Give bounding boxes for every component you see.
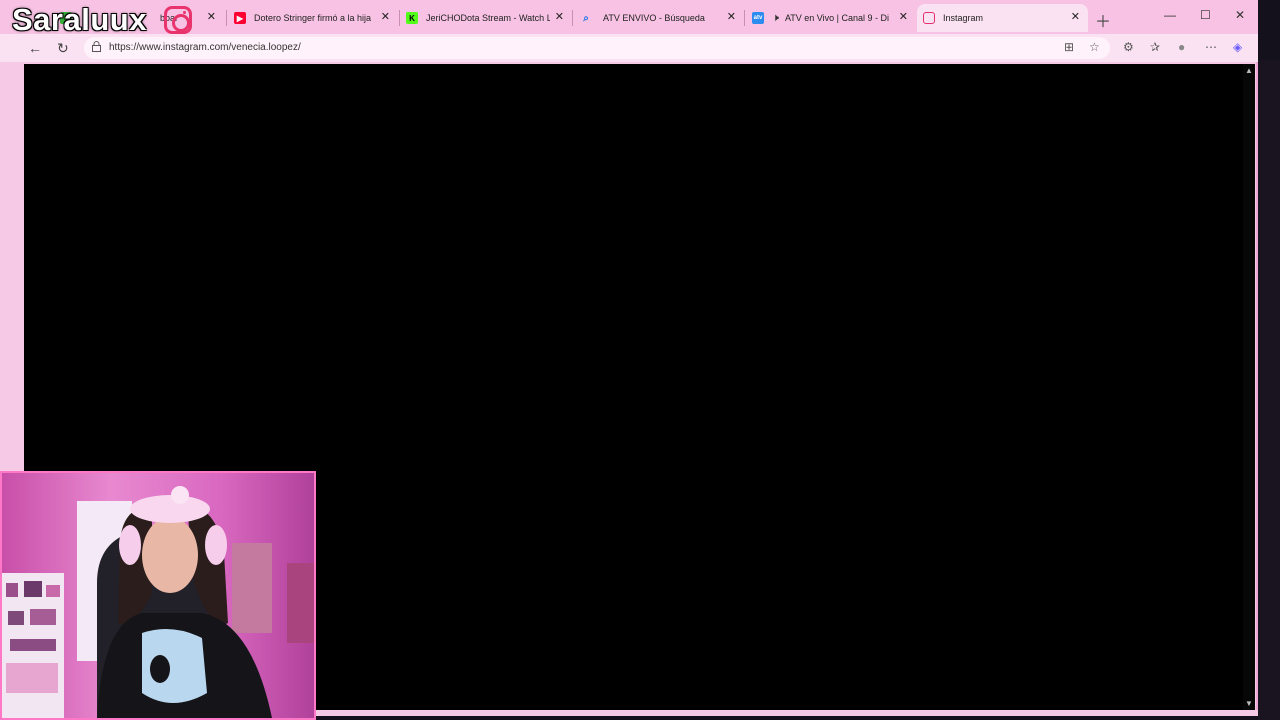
profile-avatar-icon[interactable]: ●: [1178, 40, 1185, 54]
headphone-right: [205, 525, 227, 565]
minimize-icon[interactable]: —: [1164, 8, 1176, 22]
shirt-print-eye: [150, 655, 170, 683]
headphone-left: [119, 525, 141, 565]
tab-close-icon[interactable]: ✕: [899, 10, 908, 23]
webcam-feed: [0, 471, 316, 720]
channel-watermark: Saraluux: [12, 2, 147, 37]
tab-label: Instagram: [943, 13, 984, 23]
more-menu-icon[interactable]: ⋯: [1205, 40, 1217, 54]
favorites-icon[interactable]: ✰: [1150, 40, 1160, 54]
tab-4[interactable]: ⌕ ATV ENVIVO - Búsqueda ✕: [574, 4, 744, 32]
tab-label: ATV ENVIVO - Búsqueda: [603, 13, 705, 23]
favorite-star-icon[interactable]: ☆: [1089, 40, 1100, 54]
webcam-scene: [2, 473, 314, 718]
tab-close-icon[interactable]: ✕: [381, 10, 390, 23]
atv-icon: atv: [752, 12, 764, 24]
scroll-up-icon[interactable]: ▲: [1245, 66, 1253, 75]
tab-label: Dotero Stringer firmó a la hija: [254, 13, 372, 23]
tab-close-icon[interactable]: ✕: [727, 10, 736, 23]
close-window-icon[interactable]: ✕: [1235, 8, 1245, 22]
lock-icon: [92, 41, 101, 52]
tab-close-icon[interactable]: ✕: [1071, 10, 1080, 23]
url-text: https://www.instagram.com/venecia.loopez…: [109, 42, 301, 53]
youtube-icon: ▶: [234, 12, 246, 24]
back-icon[interactable]: ←: [28, 40, 42, 56]
headphone-band: [130, 495, 210, 523]
instagram-logo-icon: [164, 6, 192, 34]
browser-toolbar: ← ↻ https://www.instagram.com/venecia.lo…: [0, 34, 1258, 62]
tab-label: JeriCHODota Stream - Watch Li: [426, 13, 550, 23]
wall-poster: [287, 563, 314, 643]
refresh-icon[interactable]: ↻: [57, 40, 69, 57]
speaker-icon[interactable]: 🕨: [772, 12, 779, 25]
new-tab-button[interactable]: ＋: [1095, 8, 1111, 32]
vertical-scrollbar[interactable]: ▲ ▼: [1243, 64, 1255, 710]
tab-divider: [226, 10, 227, 26]
address-bar[interactable]: https://www.instagram.com/venecia.loopez…: [84, 37, 1110, 59]
tab-2[interactable]: ▶ Dotero Stringer firmó a la hija ✕: [228, 4, 398, 32]
screen: ▪ boar ✕ ▶ Dotero Stringer firmó a la hi…: [0, 0, 1280, 720]
app-available-icon[interactable]: ⊞: [1064, 40, 1074, 54]
instagram-icon: [923, 12, 935, 24]
tab-5[interactable]: atv 🕨 ATV en Vivo | Canal 9 - Di ✕: [746, 4, 916, 32]
tab-divider: [744, 10, 745, 26]
tab-6-active[interactable]: Instagram ✕: [917, 4, 1088, 32]
cat-ear-bow: [171, 486, 189, 504]
search-icon: ⌕: [583, 12, 589, 24]
curtain-right: [232, 543, 272, 633]
maximize-icon[interactable]: ☐: [1200, 8, 1211, 22]
desktop-edge-right: [1258, 60, 1280, 720]
scroll-down-icon[interactable]: ▼: [1245, 699, 1253, 708]
tab-label: ATV en Vivo | Canal 9 - Di: [784, 13, 889, 23]
face: [142, 517, 198, 593]
tab-close-icon[interactable]: ✕: [207, 10, 216, 23]
tab-3[interactable]: K JeriCHODota Stream - Watch Li ✕: [400, 4, 572, 32]
extensions-icon[interactable]: ⚙: [1123, 40, 1134, 54]
tab-divider: [572, 10, 573, 26]
tab-close-icon[interactable]: ✕: [555, 10, 564, 23]
copilot-icon[interactable]: ◈: [1233, 40, 1242, 54]
kick-icon: K: [406, 12, 418, 24]
